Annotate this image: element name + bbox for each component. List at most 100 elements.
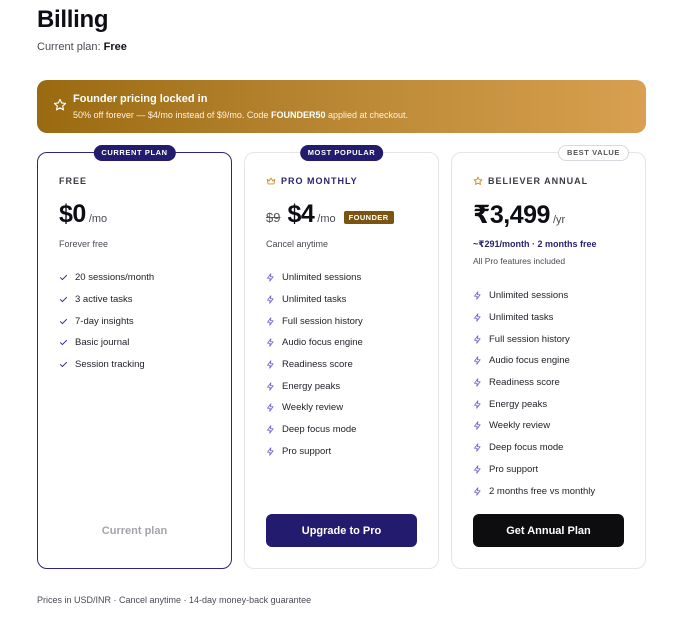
feature-item: Full session history — [266, 310, 363, 332]
current-plan-button: Current plan — [59, 514, 210, 547]
price-annual: ₹3,499 — [473, 201, 550, 229]
note-pro: Cancel anytime — [266, 239, 329, 249]
feature-label: Energy peaks — [282, 380, 341, 392]
feature-label: Deep focus mode — [489, 442, 564, 454]
feature-label: Pro support — [282, 445, 332, 457]
plan-name-annual-label: BELIEVER ANNUAL — [488, 176, 589, 186]
feature-label: Basic journal — [75, 337, 130, 349]
founder-banner: Founder pricing locked in 50% off foreve… — [37, 80, 646, 133]
feature-list-pro: Unlimited sessions Unlimited tasks Full se… — [266, 267, 363, 462]
feature-item: Unlimited sessions — [266, 267, 363, 289]
period-free: /mo — [88, 213, 108, 225]
price-row-free: $0 /mo — [59, 200, 107, 229]
feature-item: Unlimited sessions — [473, 285, 595, 307]
promo-code: FOUNDER50 — [270, 110, 326, 120]
check-icon — [60, 296, 67, 303]
pricing-footer: Prices in USD/INR · Cancel anytime · 14-… — [37, 595, 312, 605]
feature-item: Deep focus mode — [266, 419, 363, 441]
bolt-icon — [267, 338, 274, 348]
feature-list-free: 20 sessions/month 3 active tasks 7-day ins… — [59, 267, 154, 375]
feature-label: Deep focus mode — [282, 424, 357, 436]
founder-tag: FOUNDER — [343, 211, 394, 224]
bolt-icon — [474, 291, 481, 301]
feature-item: 20 sessions/month — [59, 267, 154, 289]
feature-label: Energy peaks — [489, 398, 548, 410]
price-row-pro: $9 $4 /mo FOUNDER — [266, 200, 394, 229]
check-icon — [60, 362, 67, 368]
price-row-annual: ₹3,499 /yr — [473, 200, 565, 230]
feature-label: Full session history — [282, 315, 363, 327]
feature-item: 3 active tasks — [59, 289, 154, 311]
banner-subtitle-prefix: 50% off forever — $4/mo instead of $9/mo… — [73, 110, 271, 120]
best-value-badge: BEST VALUE — [558, 145, 629, 161]
feature-label: Unlimited tasks — [282, 294, 347, 306]
plan-name-pro: PRO MONTHLY — [266, 176, 358, 186]
feature-label: Unlimited tasks — [489, 312, 554, 324]
banner-title: Founder pricing locked in — [73, 93, 208, 105]
feature-item: Readiness score — [266, 354, 363, 376]
bolt-icon — [267, 425, 274, 434]
feature-label: 3 active tasks — [75, 294, 133, 306]
crown-icon — [266, 177, 276, 185]
bolt-icon — [474, 378, 481, 387]
bolt-icon — [267, 382, 274, 391]
feature-item: Weekly review — [473, 415, 595, 437]
feature-item: Basic journal — [59, 332, 154, 354]
banner-subtitle-suffix: applied at checkout. — [325, 110, 409, 120]
current-plan-value: Free — [103, 41, 127, 53]
bolt-icon — [474, 465, 481, 474]
plan-card-free: CURRENT PLAN FREE $0 /mo Forever free 20… — [37, 145, 232, 569]
plan-card-annual: BEST VALUE BELIEVER ANNUAL ₹3,499 /yr ~₹… — [451, 145, 646, 569]
old-price-pro: $9 — [266, 210, 281, 225]
feature-item: Readiness score — [473, 372, 595, 394]
feature-item: Full session history — [473, 328, 595, 350]
feature-item: 7-day insights — [59, 310, 154, 332]
feature-label: Unlimited sessions — [489, 290, 569, 302]
bolt-icon — [474, 313, 481, 322]
bolt-icon — [267, 317, 274, 326]
feature-item: Energy peaks — [473, 393, 595, 415]
feature-label: 2 months free vs monthly — [489, 485, 596, 497]
upgrade-to-pro-button[interactable]: Upgrade to Pro — [266, 514, 417, 547]
feature-item: Pro support — [473, 459, 595, 481]
feature-item: Weekly review — [266, 397, 363, 419]
note-free: Forever free — [59, 239, 109, 249]
feature-label: Weekly review — [282, 402, 344, 414]
bolt-icon — [474, 400, 481, 409]
page-title: Billing — [37, 6, 109, 33]
current-plan-label: Current plan: — [37, 41, 101, 53]
feature-label: 20 sessions/month — [75, 272, 155, 284]
get-annual-plan-button[interactable]: Get Annual Plan — [473, 514, 624, 547]
feature-item: Pro support — [266, 441, 363, 463]
feature-label: Audio focus engine — [282, 337, 363, 349]
star-icon — [53, 98, 67, 111]
plan-name-annual: BELIEVER ANNUAL — [473, 176, 588, 186]
current-plan-badge: CURRENT PLAN — [93, 145, 176, 161]
feature-item: Energy peaks — [266, 375, 363, 397]
plan-name-pro-label: PRO MONTHLY — [281, 176, 358, 186]
price-pro: $4 — [287, 200, 315, 228]
note-annual: All Pro features included — [473, 256, 566, 266]
plan-card-pro: MOST POPULAR PRO MONTHLY $9 $4 /mo FOUND… — [244, 145, 439, 569]
feature-item: Session tracking — [59, 354, 154, 376]
most-popular-badge: MOST POPULAR — [299, 145, 384, 161]
period-annual: /yr — [552, 214, 566, 226]
current-plan-line: Current plan: Free — [37, 41, 127, 53]
feature-item: Unlimited tasks — [473, 307, 595, 329]
bolt-icon — [267, 273, 274, 283]
bolt-icon — [267, 295, 274, 304]
feature-item: Unlimited tasks — [266, 289, 363, 311]
feature-label: Unlimited sessions — [282, 272, 362, 284]
feature-label: Session tracking — [75, 359, 145, 371]
bolt-icon — [474, 335, 481, 344]
bolt-icon — [474, 486, 481, 496]
star-icon — [473, 176, 483, 185]
bolt-icon — [267, 360, 274, 369]
feature-item: Audio focus engine — [266, 332, 363, 354]
feature-item: 2 months free vs monthly — [473, 480, 595, 502]
bolt-icon — [267, 447, 274, 456]
banner-subtitle: 50% off forever — $4/mo instead of $9/mo… — [73, 110, 408, 120]
price-free: $0 — [59, 200, 86, 228]
feature-list-annual: Unlimited sessions Unlimited tasks Full se… — [473, 285, 595, 502]
feature-label: Full session history — [489, 333, 570, 345]
